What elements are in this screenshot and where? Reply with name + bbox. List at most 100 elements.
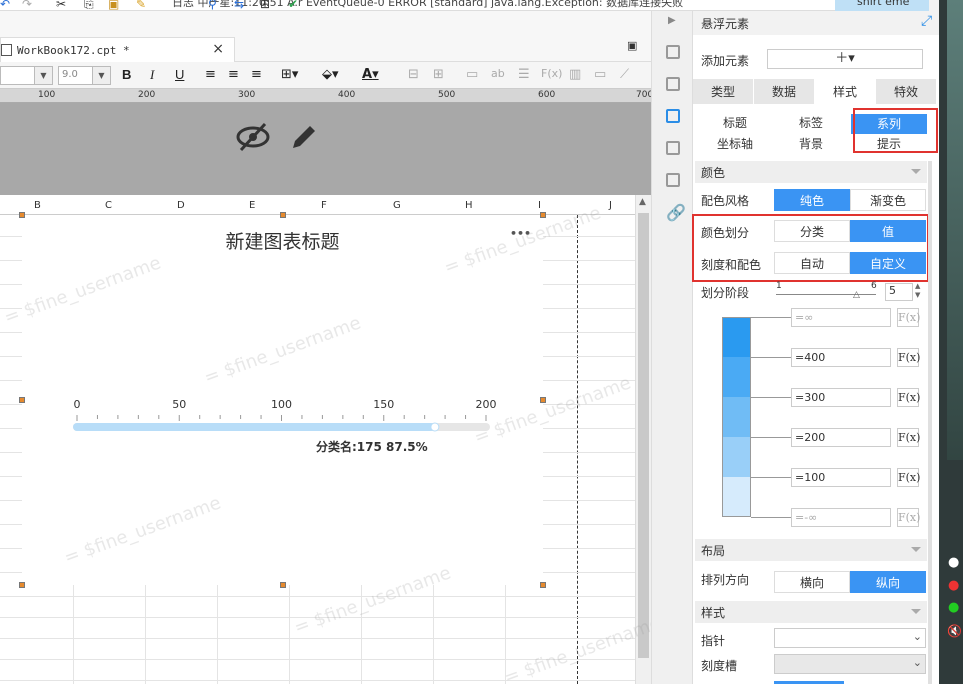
- highlight-color-division: [692, 214, 929, 282]
- column-label[interactable]: E: [249, 200, 255, 211]
- column-label[interactable]: F: [321, 200, 327, 211]
- resize-handle[interactable]: [19, 397, 25, 403]
- condition-icon[interactable]: [666, 141, 680, 155]
- section-layout[interactable]: 布局: [695, 539, 927, 561]
- merge-icon[interactable]: ▭: [466, 67, 478, 82]
- cell-attr-icon[interactable]: [666, 45, 680, 59]
- border-icon[interactable]: ⊞▾: [281, 67, 298, 82]
- formula-button[interactable]: F(x): [897, 348, 920, 367]
- font-color-button[interactable]: A▾: [362, 67, 379, 82]
- tab-data[interactable]: 数据: [754, 79, 814, 104]
- scrollbar-thumb[interactable]: [638, 213, 649, 658]
- connect-icon[interactable]: ⚲: [208, 0, 220, 10]
- chart-icon[interactable]: ▥: [569, 67, 581, 82]
- expand-icon[interactable]: ⤢: [921, 13, 932, 29]
- qq-icon[interactable]: ●: [948, 555, 959, 570]
- paste-icon[interactable]: ▣: [108, 0, 120, 10]
- tray-icon[interactable]: ●: [948, 578, 959, 593]
- text-icon[interactable]: ab: [491, 67, 505, 80]
- section-color[interactable]: 颜色: [695, 161, 927, 183]
- scroll-up-icon[interactable]: ▲: [639, 197, 646, 207]
- panel-scrollbar[interactable]: [928, 161, 932, 684]
- column-label[interactable]: D: [177, 200, 185, 211]
- range-input[interactable]: =200: [791, 428, 891, 447]
- resize-handle[interactable]: [280, 212, 286, 218]
- range-input[interactable]: =300: [791, 388, 891, 407]
- range-input[interactable]: =100: [791, 468, 891, 487]
- check-icon[interactable]: ✔: [288, 0, 300, 10]
- edit-pencil-icon[interactable]: [288, 121, 320, 153]
- add-element-dropdown[interactable]: ＋▾: [767, 49, 923, 69]
- cut-icon[interactable]: ✂: [56, 0, 68, 10]
- subtab-title[interactable]: 标题: [697, 114, 773, 134]
- formula-button[interactable]: F(x): [897, 388, 920, 407]
- underline-button[interactable]: U: [175, 67, 184, 82]
- undo-icon[interactable]: ↶: [0, 0, 12, 10]
- align-right-icon[interactable]: ≡: [251, 67, 262, 82]
- column-label[interactable]: B: [34, 200, 41, 211]
- option-gradient[interactable]: 渐变色: [850, 189, 926, 211]
- tab-menu-icon[interactable]: ▣: [627, 39, 637, 52]
- tab-workbook[interactable]: WorkBook172.cpt * ×: [0, 37, 235, 62]
- copy-icon[interactable]: ⎘: [84, 0, 96, 10]
- widget-icon[interactable]: [666, 77, 680, 91]
- swap-icon[interactable]: ⇆: [234, 0, 246, 10]
- section-style[interactable]: 样式: [695, 601, 927, 623]
- option-vertical[interactable]: 纵向: [850, 571, 926, 593]
- column-label[interactable]: G: [393, 200, 401, 211]
- tab-style[interactable]: 样式: [815, 79, 875, 104]
- progress-gauge[interactable]: 0 50 100 150 200: [22, 395, 543, 465]
- wechat-icon[interactable]: ●: [948, 600, 959, 615]
- stage-stepper[interactable]: 5: [885, 283, 913, 301]
- mute-icon[interactable]: 🔇: [947, 624, 962, 638]
- fill-color-icon[interactable]: ⬙▾: [322, 67, 339, 82]
- option-solid[interactable]: 纯色: [774, 189, 850, 211]
- column-label[interactable]: J: [609, 200, 612, 211]
- column-label[interactable]: C: [105, 200, 112, 211]
- resize-handle[interactable]: [19, 582, 25, 588]
- stepper-arrows-icon[interactable]: ▲ ▼: [915, 282, 920, 300]
- tab-type[interactable]: 类型: [693, 79, 753, 104]
- formula-button[interactable]: F(x): [897, 468, 920, 487]
- stage-slider-track[interactable]: [776, 294, 876, 295]
- grid-icon[interactable]: ⊞: [433, 67, 444, 82]
- column-label[interactable]: I: [538, 200, 541, 211]
- subtab-axis[interactable]: 坐标轴: [697, 135, 773, 155]
- resize-handle[interactable]: [540, 212, 546, 218]
- groove-select[interactable]: ⌄: [774, 654, 926, 674]
- range-input[interactable]: =400: [791, 348, 891, 367]
- gauge-value-bar[interactable]: [73, 423, 435, 431]
- formula-icon[interactable]: F(x): [541, 67, 562, 80]
- link-icon[interactable]: 🔗: [666, 203, 686, 222]
- close-icon[interactable]: ×: [212, 41, 224, 57]
- stack-icon[interactable]: [666, 173, 680, 187]
- collapse-arrow-icon[interactable]: ▶: [668, 15, 676, 26]
- image-icon[interactable]: ▭: [594, 67, 606, 82]
- resize-handle[interactable]: [540, 582, 546, 588]
- subtab-background[interactable]: 背景: [773, 135, 849, 155]
- resize-handle[interactable]: [280, 582, 286, 588]
- float-element-icon[interactable]: [666, 109, 680, 123]
- align-center-icon[interactable]: ≡: [228, 67, 239, 82]
- list-icon[interactable]: ☰: [518, 67, 530, 82]
- hide-eye-icon[interactable]: [234, 121, 272, 153]
- pointer-select[interactable]: ⌄: [774, 628, 926, 648]
- format-brush-icon[interactable]: ✎: [136, 0, 148, 10]
- align-left-icon[interactable]: ≡: [205, 67, 216, 82]
- font-family-select[interactable]: ▼: [0, 66, 53, 85]
- resize-handle[interactable]: [19, 212, 25, 218]
- redo-icon[interactable]: ↷: [22, 0, 34, 10]
- font-size-select[interactable]: 9.0 ▼: [58, 66, 111, 85]
- column-label[interactable]: H: [465, 200, 473, 211]
- slash-icon[interactable]: ⟋: [620, 67, 629, 82]
- user-area[interactable]: shirt eme: [835, 0, 929, 11]
- subtab-label[interactable]: 标签: [773, 114, 849, 134]
- bold-button[interactable]: B: [122, 67, 131, 82]
- freeze-icon[interactable]: ⊟: [408, 67, 419, 82]
- preview-icon[interactable]: ⊞: [260, 0, 272, 10]
- stage-slider-thumb[interactable]: △: [853, 290, 860, 300]
- formula-button[interactable]: F(x): [897, 428, 920, 447]
- tab-effects[interactable]: 特效: [876, 79, 936, 104]
- italic-button[interactable]: I: [150, 67, 154, 83]
- option-horizontal[interactable]: 横向: [774, 571, 850, 593]
